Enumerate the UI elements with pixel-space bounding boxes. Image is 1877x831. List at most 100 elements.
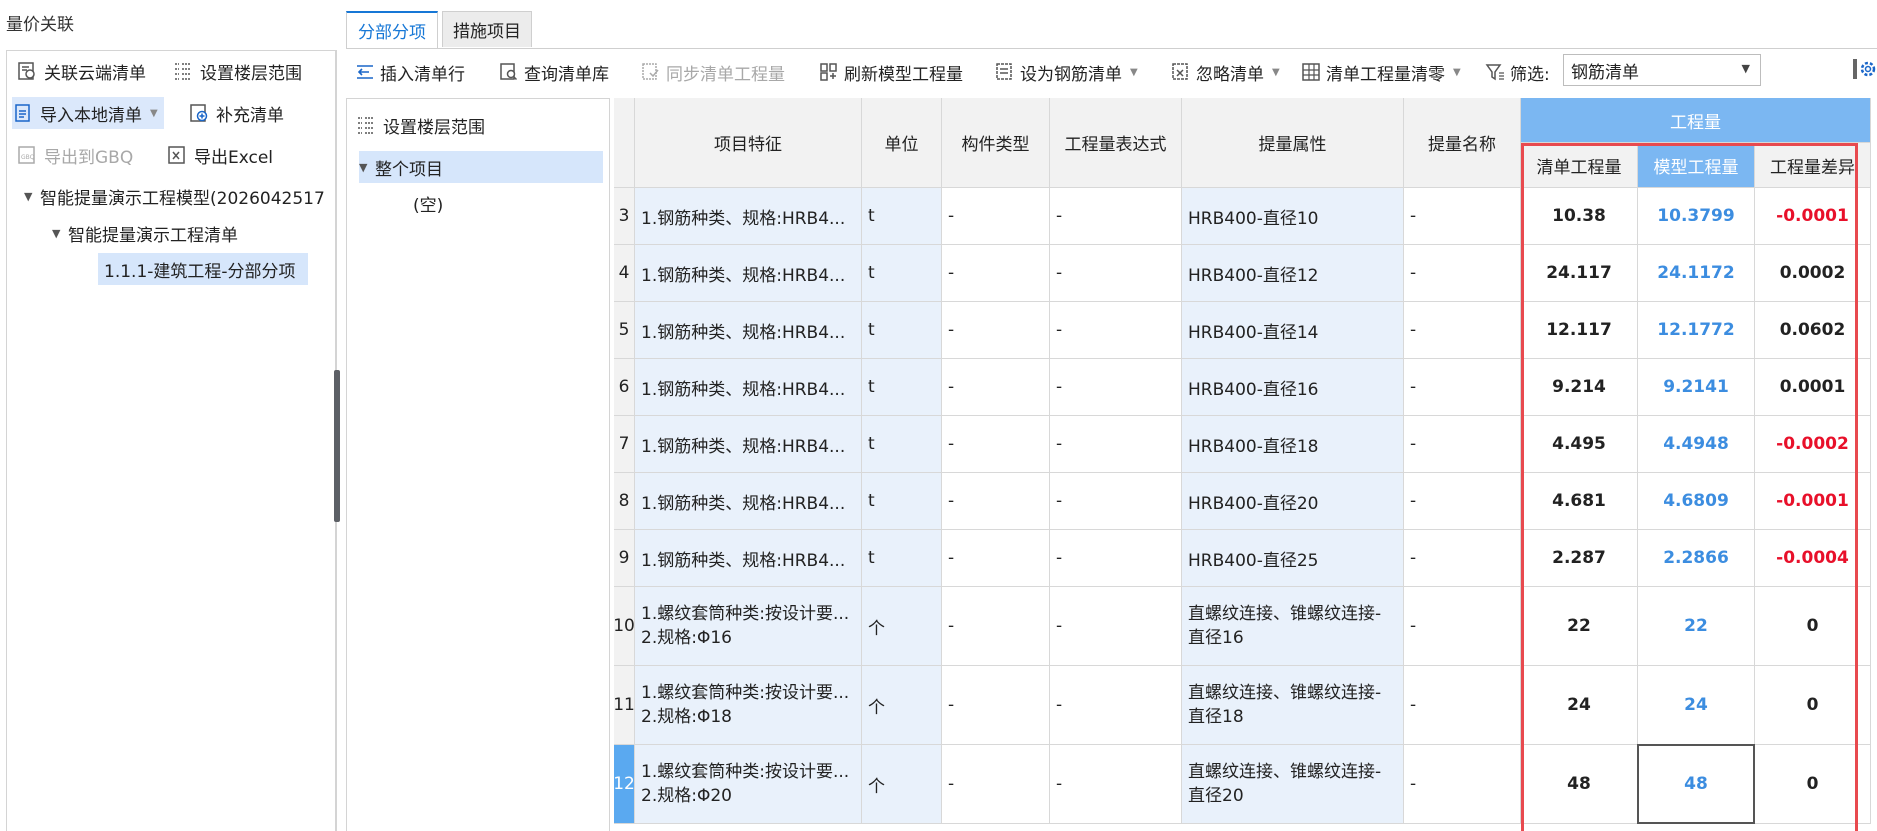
cell-feature[interactable]: 1.钢筋种类、规格:HRB4... [635, 473, 862, 530]
cell-list-quantity[interactable]: 10.38 [1521, 188, 1638, 245]
cell-component-type[interactable]: - [942, 530, 1050, 587]
cell-name[interactable]: - [1404, 245, 1521, 302]
cell-list-quantity[interactable]: 48 [1521, 745, 1638, 824]
column-header-list_qty[interactable]: 清单工程量 [1521, 143, 1638, 188]
export-excel-button[interactable]: 导出Excel [166, 139, 273, 171]
cell-attribute[interactable]: 直螺纹连接、锥螺纹连接- 直径18 [1182, 666, 1404, 745]
cell-quantity-diff[interactable]: 0.0001 [1755, 359, 1871, 416]
cell-unit[interactable]: t [862, 530, 942, 587]
zero-quantity-button[interactable]: 清单工程量清零 ▼ [1300, 57, 1461, 87]
cell-model-quantity[interactable]: 4.6809 [1638, 473, 1755, 530]
cell-model-quantity[interactable]: 24.1172 [1638, 245, 1755, 302]
column-header-name[interactable]: 提量名称 [1404, 98, 1521, 188]
chevron-down-icon[interactable]: ▼ [1453, 67, 1461, 78]
row-number[interactable]: 8 [614, 473, 635, 530]
cell-list-quantity[interactable]: 9.214 [1521, 359, 1638, 416]
import-local-list-button[interactable]: 导入本地清单 ▼ [12, 97, 164, 129]
tree-item-empty[interactable]: (空) [413, 187, 443, 219]
cell-component-type[interactable]: - [942, 416, 1050, 473]
supplement-list-button[interactable]: 补充清单 [188, 97, 284, 129]
column-header-model_qty[interactable]: 模型工程量 [1638, 143, 1755, 188]
tree-item-model[interactable]: ▼ 智能提量演示工程模型(2026042517 [24, 180, 325, 212]
splitter-handle[interactable] [334, 370, 340, 522]
cell-feature[interactable]: 1.螺纹套筒种类:按设计要... 2.规格:Φ20 [635, 745, 862, 824]
row-number[interactable]: 6 [614, 359, 635, 416]
cell-unit[interactable]: t [862, 416, 942, 473]
cell-component-type[interactable]: - [942, 666, 1050, 745]
cell-feature[interactable]: 1.钢筋种类、规格:HRB4... [635, 530, 862, 587]
cell-list-quantity[interactable]: 4.681 [1521, 473, 1638, 530]
cell-quantity-diff[interactable]: -0.0004 [1755, 530, 1871, 587]
cell-name[interactable]: - [1404, 416, 1521, 473]
cell-expression[interactable]: - [1050, 666, 1182, 745]
chevron-down-icon[interactable]: ▼ [1130, 67, 1138, 78]
cell-quantity-diff[interactable]: 0 [1755, 666, 1871, 745]
cell-attribute[interactable]: 直螺纹连接、锥螺纹连接- 直径16 [1182, 587, 1404, 666]
chevron-down-icon[interactable]: ▼ [150, 108, 158, 119]
cell-name[interactable]: - [1404, 473, 1521, 530]
column-header-comp_type[interactable]: 构件类型 [942, 98, 1050, 188]
cell-expression[interactable]: - [1050, 473, 1182, 530]
cell-model-quantity[interactable]: 9.2141 [1638, 359, 1755, 416]
tree-item-whole-project[interactable]: ▼ 整个项目 [359, 151, 603, 183]
cell-component-type[interactable]: - [942, 745, 1050, 824]
cell-quantity-diff[interactable]: 0.0602 [1755, 302, 1871, 359]
cell-attribute[interactable]: HRB400-直径25 [1182, 530, 1404, 587]
cell-attribute[interactable]: HRB400-直径14 [1182, 302, 1404, 359]
cell-model-quantity[interactable]: 2.2866 [1638, 530, 1755, 587]
cell-model-quantity[interactable]: 24 [1638, 666, 1755, 745]
cell-name[interactable]: - [1404, 666, 1521, 745]
cell-feature[interactable]: 1.钢筋种类、规格:HRB4... [635, 188, 862, 245]
cell-model-quantity[interactable]: 48 [1638, 745, 1755, 824]
row-number[interactable]: 7 [614, 416, 635, 473]
cell-attribute[interactable]: HRB400-直径12 [1182, 245, 1404, 302]
cell-attribute[interactable]: HRB400-直径10 [1182, 188, 1404, 245]
row-number[interactable]: 3 [614, 188, 635, 245]
cell-quantity-diff[interactable]: -0.0002 [1755, 416, 1871, 473]
ignore-list-button[interactable]: 忽略清单 ▼ [1170, 57, 1280, 87]
cell-attribute[interactable]: HRB400-直径20 [1182, 473, 1404, 530]
cell-unit[interactable]: t [862, 302, 942, 359]
cell-model-quantity[interactable]: 22 [1638, 587, 1755, 666]
cell-name[interactable]: - [1404, 188, 1521, 245]
cell-quantity-diff[interactable]: -0.0001 [1755, 473, 1871, 530]
cell-unit[interactable]: t [862, 473, 942, 530]
link-cloud-list-button[interactable]: 关联云端清单 [16, 55, 146, 87]
insert-row-button[interactable]: 插入清单行 [354, 57, 465, 87]
row-number[interactable]: 10 [614, 587, 635, 666]
query-library-button[interactable]: 查询清单库 [498, 57, 609, 87]
cell-expression[interactable]: - [1050, 245, 1182, 302]
expand-triangle-icon[interactable]: ▼ [24, 190, 40, 203]
cell-model-quantity[interactable]: 10.3799 [1638, 188, 1755, 245]
cell-feature[interactable]: 1.钢筋种类、规格:HRB4... [635, 245, 862, 302]
cell-list-quantity[interactable]: 24 [1521, 666, 1638, 745]
column-header-unit[interactable]: 单位 [862, 98, 942, 188]
export-gbq-button[interactable]: GBQ 导出到GBQ [16, 139, 133, 171]
cell-component-type[interactable]: - [942, 245, 1050, 302]
cell-feature[interactable]: 1.钢筋种类、规格:HRB4... [635, 302, 862, 359]
cell-list-quantity[interactable]: 12.117 [1521, 302, 1638, 359]
cell-list-quantity[interactable]: 24.117 [1521, 245, 1638, 302]
cell-name[interactable]: - [1404, 745, 1521, 824]
cell-expression[interactable]: - [1050, 359, 1182, 416]
cell-attribute[interactable]: 直螺纹连接、锥螺纹连接- 直径20 [1182, 745, 1404, 824]
row-number[interactable]: 11 [614, 666, 635, 745]
cell-name[interactable]: - [1404, 530, 1521, 587]
tab-measures[interactable]: 措施项目 [442, 11, 532, 47]
chevron-down-icon[interactable]: ▼ [1272, 67, 1280, 78]
cell-feature[interactable]: 1.钢筋种类、规格:HRB4... [635, 416, 862, 473]
tree-item-list[interactable]: ▼ 智能提量演示工程清单 [52, 217, 238, 249]
cell-unit[interactable]: 个 [862, 745, 942, 824]
cell-component-type[interactable]: - [942, 188, 1050, 245]
filter-select[interactable]: 钢筋清单 ▼ [1563, 54, 1761, 86]
mid-set-floor-range-button[interactable]: 设置楼层范围 [355, 109, 485, 141]
cell-attribute[interactable]: HRB400-直径16 [1182, 359, 1404, 416]
row-number[interactable]: 5 [614, 302, 635, 359]
cell-list-quantity[interactable]: 2.287 [1521, 530, 1638, 587]
cell-name[interactable]: - [1404, 587, 1521, 666]
row-number[interactable]: 9 [614, 530, 635, 587]
refresh-model-button[interactable]: 刷新模型工程量 [818, 57, 963, 87]
cell-component-type[interactable]: - [942, 359, 1050, 416]
row-number[interactable]: 12 [614, 745, 635, 824]
cell-component-type[interactable]: - [942, 473, 1050, 530]
